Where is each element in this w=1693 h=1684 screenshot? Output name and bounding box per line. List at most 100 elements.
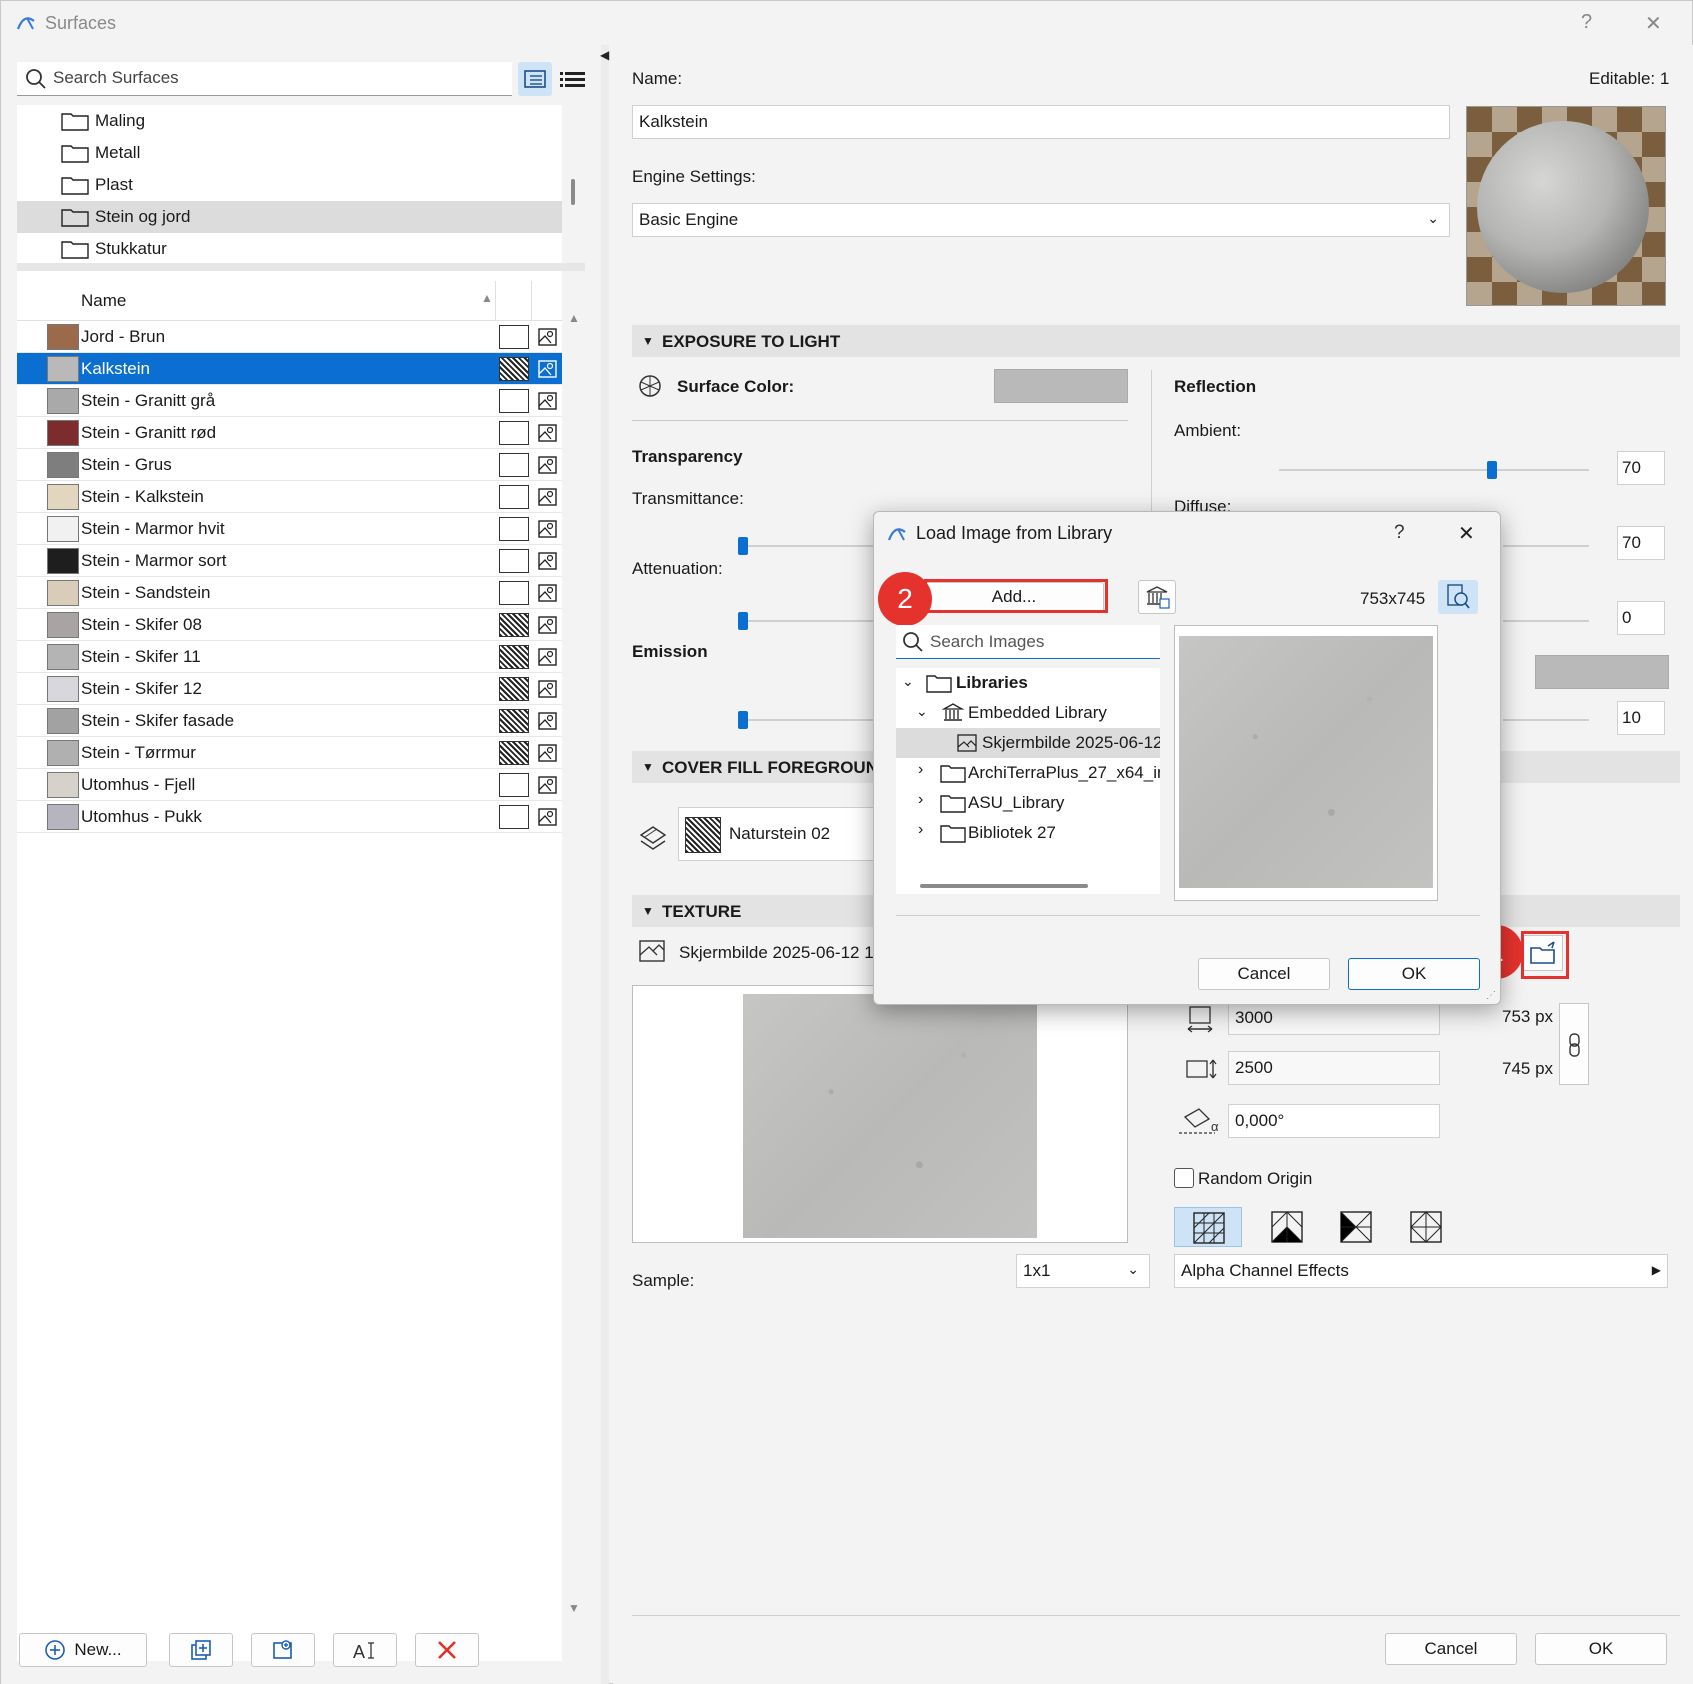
folder-item[interactable]: Stukkatur — [17, 233, 562, 265]
folder-view-button[interactable] — [518, 62, 552, 96]
fill-pattern-swatch — [499, 517, 529, 541]
tree-node-archi[interactable]: › ArchiTerraPlus_27_x64_int-S — [896, 758, 1160, 788]
tree-h-scrollbar[interactable] — [920, 884, 1088, 888]
texture-image-icon — [538, 552, 557, 570]
surface-row[interactable]: Utomhus - Pukk — [17, 801, 562, 833]
splitter[interactable] — [17, 263, 585, 271]
section-exposure[interactable]: ▼ EXPOSURE TO LIGHT — [632, 325, 1680, 357]
tree-node-libraries[interactable]: ⌄ Libraries — [896, 668, 1160, 698]
scroll-up-icon[interactable]: ▲ — [568, 311, 580, 325]
search-images-input[interactable]: Search Images — [896, 625, 1160, 659]
fill-pattern-swatch — [499, 677, 529, 701]
random-origin-checkbox[interactable] — [1174, 1168, 1194, 1188]
shine-value[interactable]: 10 — [1617, 701, 1665, 735]
specular-slider[interactable] — [1503, 620, 1589, 622]
surface-color-swatch[interactable] — [994, 369, 1128, 403]
folder-item-selected[interactable]: Stein og jord — [17, 201, 562, 233]
specular-value[interactable]: 0 — [1617, 601, 1665, 635]
surface-row[interactable]: Stein - Skifer fasade — [17, 705, 562, 737]
resize-grip-icon[interactable]: ⋰ — [1486, 990, 1496, 1001]
alpha-channel-effects-button[interactable]: Alpha Channel Effects ▶ — [1174, 1254, 1668, 1288]
emission-thumb[interactable] — [738, 711, 748, 729]
close-button[interactable]: ✕ — [1645, 11, 1662, 36]
surface-row[interactable]: Stein - Skifer 12 — [17, 673, 562, 705]
column-header-name[interactable]: Name — [81, 291, 126, 311]
preview-toggle-button[interactable] — [1438, 580, 1478, 614]
close-button[interactable]: ✕ — [1458, 521, 1475, 546]
surface-row[interactable]: Stein - Sandstein — [17, 577, 562, 609]
import-button[interactable] — [251, 1633, 315, 1667]
fill-pattern-swatch — [685, 817, 721, 853]
list-view-button[interactable] — [556, 62, 590, 96]
texture-height-input[interactable]: 2500 — [1228, 1051, 1440, 1085]
engine-select[interactable]: Basic Engine ⌄ — [632, 203, 1450, 237]
scroll-down-icon[interactable]: ▼ — [568, 1601, 580, 1615]
surface-row[interactable]: Stein - Grus — [17, 449, 562, 481]
dialog-ok-button[interactable]: OK — [1348, 958, 1480, 990]
collapse-left-icon[interactable]: ◀ — [600, 48, 609, 62]
surface-row[interactable]: Stein - Skifer 08 — [17, 609, 562, 641]
texture-angle-input[interactable]: 0,000° — [1228, 1104, 1440, 1138]
chevron-down-icon: ⌄ — [1427, 210, 1439, 226]
tile-mode-4-button[interactable] — [1401, 1207, 1451, 1247]
name-field[interactable]: Kalkstein — [632, 105, 1450, 139]
link-proportions-button[interactable] — [1559, 1003, 1589, 1085]
emission-label: Emission — [632, 642, 708, 661]
fill-pattern-swatch — [499, 485, 529, 509]
tree-node-asu[interactable]: › ASU_Library — [896, 788, 1160, 818]
tree-node-embedded[interactable]: ⌄ Embedded Library — [896, 698, 1160, 728]
ambient-slider[interactable] — [1279, 469, 1589, 471]
library-manager-button[interactable] — [1138, 580, 1176, 614]
ambient-thumb[interactable] — [1487, 461, 1497, 479]
tile-mode-2-button[interactable] — [1262, 1207, 1312, 1247]
surface-row[interactable]: Stein - Tørrmur — [17, 737, 562, 769]
help-button[interactable]: ? — [1581, 11, 1592, 34]
attenuation-thumb[interactable] — [738, 612, 748, 630]
surface-row[interactable]: Stein - Skifer 11 — [17, 641, 562, 673]
texture-image-icon — [538, 392, 557, 410]
fill-pattern-swatch — [499, 453, 529, 477]
tile-mirror-xy-icon — [1410, 1211, 1442, 1243]
dialog-cancel-button[interactable]: Cancel — [1198, 958, 1330, 990]
tree-node-selected-image[interactable]: Skjermbilde 2025-06-12 1 — [896, 728, 1160, 758]
folder-item[interactable]: Metall — [17, 137, 562, 169]
new-surface-button[interactable]: New... — [19, 1633, 147, 1667]
sample-select[interactable]: 1x1 ⌄ — [1016, 1254, 1150, 1288]
diffuse-slider[interactable] — [1503, 545, 1589, 547]
transmittance-thumb[interactable] — [738, 537, 748, 555]
tile-mode-3-button[interactable] — [1331, 1207, 1381, 1247]
texture-width-input[interactable]: 3000 — [1228, 1001, 1440, 1035]
rename-button[interactable]: A — [333, 1633, 397, 1667]
diffuse-value[interactable]: 70 — [1617, 526, 1665, 560]
tree-node-bibliotek[interactable]: › Bibliotek 27 — [896, 818, 1160, 848]
surface-row[interactable]: Jord - Brun — [17, 321, 562, 353]
surface-name: Stein - Granitt rød — [81, 423, 217, 442]
ambient-value[interactable]: 70 — [1617, 451, 1665, 485]
texture-preview-image — [743, 994, 1037, 1238]
duplicate-button[interactable] — [169, 1633, 233, 1667]
folder-tree-scrollbar[interactable] — [571, 179, 575, 205]
fill-pattern-swatch — [499, 421, 529, 445]
surface-row[interactable]: Stein - Granitt grå — [17, 385, 562, 417]
surface-row[interactable]: Kalkstein — [17, 353, 562, 385]
surface-row[interactable]: Stein - Marmor sort — [17, 545, 562, 577]
surface-row[interactable]: Stein - Granitt rød — [17, 417, 562, 449]
specular-color-swatch[interactable] — [1535, 655, 1669, 689]
ok-button[interactable]: OK — [1535, 1633, 1667, 1665]
surface-row[interactable]: Utomhus - Fjell — [17, 769, 562, 801]
sort-ascending-icon[interactable]: ▲ — [481, 291, 493, 305]
folder-item[interactable]: Maling — [17, 105, 562, 137]
surface-row[interactable]: Stein - Kalkstein — [17, 481, 562, 513]
shine-slider[interactable] — [1503, 719, 1589, 721]
tile-mode-1-button[interactable] — [1174, 1207, 1242, 1247]
folder-item[interactable]: Plast — [17, 169, 562, 201]
delete-button[interactable] — [415, 1633, 479, 1667]
search-icon — [26, 69, 46, 89]
cancel-button[interactable]: Cancel — [1385, 1633, 1517, 1665]
help-button[interactable]: ? — [1394, 522, 1405, 544]
surface-row[interactable]: Stein - Marmor hvit — [17, 513, 562, 545]
search-surfaces-input[interactable]: Search Surfaces — [17, 62, 512, 96]
pane-splitter[interactable] — [601, 45, 609, 1684]
image-file-icon — [957, 734, 977, 752]
fill-pattern-swatch — [499, 709, 529, 733]
